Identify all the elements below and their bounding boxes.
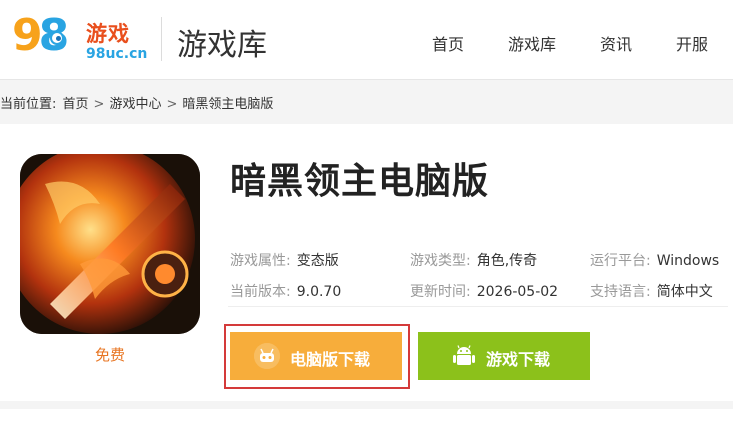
robot-icon [254,343,280,369]
pc-download-button[interactable]: 电脑版下载 [230,332,402,380]
breadcrumb-prefix: 当前位置: [0,97,57,112]
nav-servers[interactable]: 开服 [676,31,708,55]
game-title: 暗黑领主电脑版 [230,161,490,202]
game-download-button[interactable]: 游戏下载 [418,332,590,380]
info-attribute: 游戏属性: 变态版 [230,253,339,269]
android-icon [451,343,477,369]
game-detail-card: 免费 暗黑领主电脑版 游戏属性: 变态版 游戏类型: 角色,传奇 运行平台: Wind… [0,124,733,401]
info-version: 当前版本: 9.0.70 [230,284,342,300]
game-icon-image [20,154,200,334]
main-nav: 首页 游戏库 资讯 开服 [0,31,733,55]
breadcrumb-separator: > [93,97,105,112]
pc-download-label: 电脑版下载 [290,350,371,369]
site-header: 98 游戏 98uc.cn 游戏库 首页 游戏库 资讯 开服 [0,0,733,80]
price-label: 免费 [94,346,125,364]
next-section-card [0,409,733,441]
breadcrumb-game-center[interactable]: 游戏中心 [109,97,161,112]
info-type: 游戏类型: 角色,传奇 [410,253,538,269]
info-platform: 运行平台: Windows [590,253,720,269]
nav-news[interactable]: 资讯 [600,31,632,55]
info-update-time: 更新时间: 2026-05-02 [410,284,559,300]
nav-game-library[interactable]: 游戏库 [508,31,556,55]
game-download-label: 游戏下载 [486,350,551,369]
nav-home[interactable]: 首页 [432,31,464,55]
breadcrumb: 当前位置: 首页 > 游戏中心 > 暗黑领主电脑版 [0,93,275,112]
breadcrumb-current: 暗黑领主电脑版 [182,97,274,112]
breadcrumb-separator: > [166,97,178,112]
info-divider [228,306,728,307]
breadcrumb-home[interactable]: 首页 [63,97,89,112]
info-language: 支持语言: 简体中文 [590,284,713,300]
